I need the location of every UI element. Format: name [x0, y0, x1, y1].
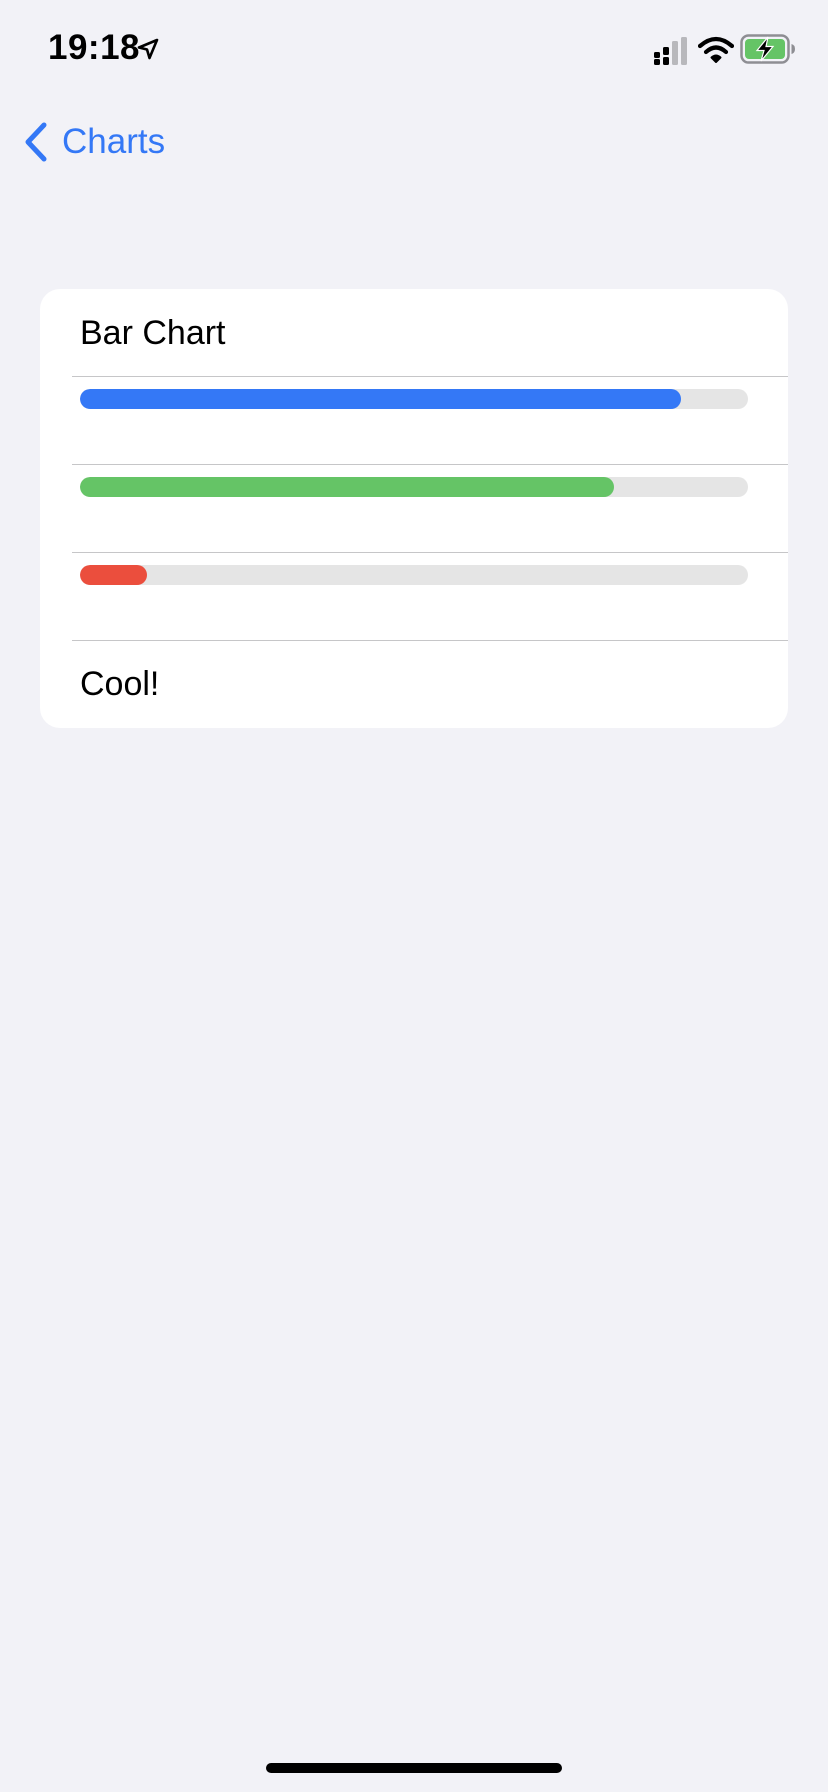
row-divider: [72, 464, 788, 465]
bar-chart-card: Bar Chart Cool!: [40, 289, 788, 728]
row-divider: [72, 552, 788, 553]
row-divider: [72, 640, 788, 641]
bar-track-1: [80, 389, 748, 409]
battery-charging-icon: [740, 34, 795, 64]
card-title: Bar Chart: [80, 314, 226, 352]
cellular-signal-icon: [654, 37, 687, 65]
bar-track-2: [80, 477, 748, 497]
row-divider: [72, 376, 788, 377]
card-footer-label: Cool!: [80, 665, 160, 703]
status-bar: 19:18: [0, 0, 828, 100]
home-indicator[interactable]: [266, 1763, 562, 1773]
wifi-icon: [698, 36, 734, 63]
back-button[interactable]: Charts: [22, 118, 165, 166]
bar-fill-3: [80, 565, 147, 585]
bar-fill-2: [80, 477, 615, 497]
back-button-label: Charts: [62, 122, 166, 161]
location-arrow-icon: [137, 38, 159, 60]
bar-track-3: [80, 565, 748, 585]
status-time: 19:18: [48, 28, 141, 67]
chevron-left-icon: [25, 122, 47, 162]
bar-fill-1: [80, 389, 682, 409]
